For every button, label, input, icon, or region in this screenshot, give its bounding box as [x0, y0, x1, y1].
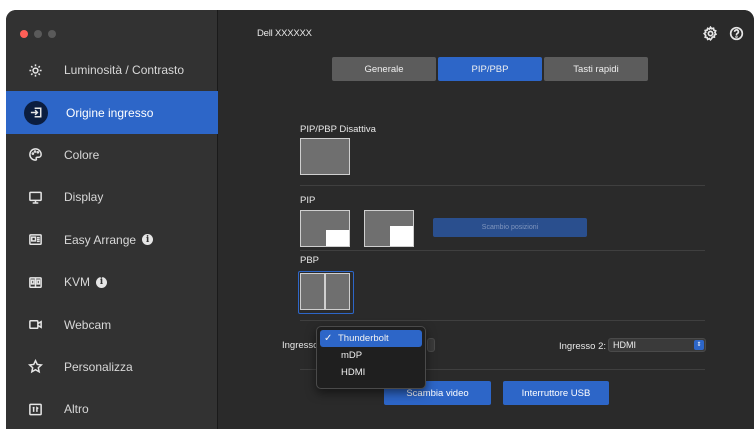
help-icon[interactable] [728, 25, 744, 41]
window-title: Dell XXXXXX [257, 28, 312, 39]
sidebar-item-label: Webcam [64, 317, 112, 332]
window-controls [20, 30, 56, 38]
minimize-window-button[interactable] [34, 30, 42, 38]
sidebar-item-label: Colore [64, 147, 100, 162]
sidebar-item-webcam[interactable]: Webcam [6, 303, 218, 345]
webcam-icon [24, 314, 46, 336]
dropdown-option-mdp[interactable]: mDP [320, 347, 422, 364]
layout-pip-bottom-right-option[interactable] [300, 210, 350, 247]
brightness-icon [24, 59, 46, 81]
input-1-dropdown-menu: ✓ Thunderbolt mDP HDMI [316, 326, 426, 389]
star-icon [24, 356, 46, 378]
input-2-label: Ingresso 2: [559, 341, 606, 352]
layout-pbp-option[interactable] [300, 273, 350, 310]
swap-position-button[interactable]: Scambio posizioni [433, 218, 587, 237]
sidebar-item-label: KVM [64, 275, 91, 290]
monitor-icon [24, 186, 46, 208]
input-1-label: Ingresso [282, 340, 319, 351]
settings-gear-icon[interactable] [702, 25, 718, 41]
sidebar-item-kvm[interactable]: KVM i [6, 261, 218, 303]
pbp-label: PBP [300, 255, 320, 266]
pip-label: PIP [300, 195, 316, 206]
checkmark-icon: ✓ [324, 333, 333, 344]
main-panel: Dell XXXXXX Generale PIP/PBP Tasti rapid… [219, 10, 754, 429]
info-icon[interactable]: i [142, 234, 154, 246]
color-palette-icon [24, 144, 46, 166]
close-window-button[interactable] [20, 30, 28, 38]
kvm-icon [24, 271, 46, 293]
input-2-select[interactable]: HDMI ⇕ [608, 338, 706, 352]
info-icon[interactable]: i [96, 276, 108, 288]
input-1-select-edge[interactable] [427, 338, 435, 352]
sidebar-item-label: Easy Arrange [64, 232, 137, 247]
sidebar-item-brightness-contrast[interactable]: Luminosità / Contrasto [6, 49, 218, 91]
layout-pbp-selected-frame [298, 271, 354, 314]
sidebar-item-label: Altro [64, 402, 89, 417]
layout-off-option[interactable] [300, 138, 350, 175]
section-divider [300, 185, 705, 186]
dropdown-option-hdmi[interactable]: HDMI [320, 364, 422, 381]
section-divider [300, 320, 705, 321]
sidebar-item-label: Personalizza [64, 359, 133, 374]
tab-pip-pbp[interactable]: PIP/PBP [438, 57, 542, 81]
tab-general[interactable]: Generale [332, 57, 436, 81]
sidebar-item-color[interactable]: Colore [6, 134, 218, 176]
sidebar: Luminosità / Contrasto Origine ingresso … [6, 10, 218, 429]
usb-switch-button[interactable]: Interruttore USB [503, 381, 609, 405]
sidebar-item-personalize[interactable]: Personalizza [6, 346, 218, 388]
input-2-value: HDMI [613, 340, 636, 350]
zoom-window-button[interactable] [48, 30, 56, 38]
dropdown-option-thunderbolt[interactable]: ✓ Thunderbolt [320, 330, 422, 347]
section-divider [300, 250, 705, 251]
easy-arrange-icon [24, 229, 46, 251]
sidebar-item-label: Origine ingresso [66, 105, 154, 120]
sidebar-item-other[interactable]: Altro [6, 388, 218, 429]
tab-hotkeys[interactable]: Tasti rapidi [544, 57, 648, 81]
other-icon [24, 398, 46, 420]
dropdown-option-label: Thunderbolt [338, 333, 389, 344]
dropdown-option-label: mDP [341, 350, 363, 361]
sidebar-item-input-source[interactable]: Origine ingresso [6, 91, 218, 134]
top-toolbar [702, 25, 744, 41]
sidebar-item-label: Display [64, 190, 104, 205]
pip-pbp-off-label: PIP/PBP Disattiva [300, 124, 376, 135]
sidebar-item-easy-arrange[interactable]: Easy Arrange i [6, 219, 218, 261]
sidebar-nav: Luminosità / Contrasto Origine ingresso … [6, 49, 218, 429]
chevron-updown-icon: ⇕ [694, 340, 704, 350]
tab-bar: Generale PIP/PBP Tasti rapidi [332, 57, 650, 81]
layout-pip-large-option[interactable] [364, 210, 414, 247]
sidebar-item-display[interactable]: Display [6, 176, 218, 218]
sidebar-item-label: Luminosità / Contrasto [64, 63, 185, 78]
dropdown-option-label: HDMI [341, 367, 366, 378]
input-source-icon [24, 100, 48, 125]
